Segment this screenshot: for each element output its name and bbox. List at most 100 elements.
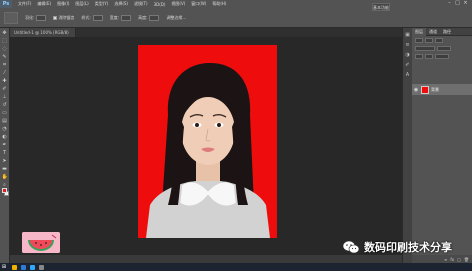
eyedropper-tool-icon[interactable]: ⁄ [2,70,8,76]
document-tab[interactable]: Untitled-1 @ 100% (RGB/8) [10,28,76,37]
move-tool-icon[interactable]: ✥ [2,30,8,36]
height-field[interactable] [149,14,160,21]
style-select[interactable] [92,14,103,21]
filter-adjust-icon[interactable] [435,37,443,43]
tools-panel: ✥ ⬚ ◌ ✎ ⌗ ⁄ ✚ ✐ ⊥ ↺ ▭ ▤ ◔ ◐ ✒ T ➤ ▬ ✋ ⌕ [0,28,10,271]
tab-channels[interactable]: 通道 [426,29,440,35]
lock-position-icon[interactable] [425,53,433,59]
menu-layer[interactable]: 图层(L) [75,1,88,7]
tool-preset-picker[interactable] [4,11,18,24]
close-icon[interactable]: × [463,1,468,6]
app-taskbar-icon[interactable] [39,264,44,270]
width-field[interactable] [121,14,132,21]
menu-type[interactable]: 类型(Y) [95,1,109,7]
layer-name: 背景 [431,86,439,92]
new-layer-icon[interactable]: ▢ [457,257,461,262]
stamp-tool-icon[interactable]: ⊥ [2,94,8,100]
minimize-icon[interactable]: – [447,1,452,6]
blend-mode-select[interactable] [415,45,435,51]
layer-filter-select[interactable] [415,37,423,43]
tab-paths[interactable]: 路径 [440,29,454,35]
opacity-field[interactable] [437,45,451,51]
adjustments-panel-icon[interactable]: ◑ [405,52,411,58]
shape-tool-icon[interactable]: ▬ [2,166,8,172]
eraser-tool-icon[interactable]: ▭ [2,110,8,116]
menu-view[interactable]: 视图(V) [171,1,185,7]
watermelon-icon [22,232,60,253]
start-button-icon[interactable]: ⊞ [0,263,8,271]
maximize-icon[interactable]: □ [455,1,460,6]
dodge-tool-icon[interactable]: ◐ [2,134,8,140]
visibility-eye-icon[interactable]: ◉ [413,87,419,93]
gradient-tool-icon[interactable]: ▤ [2,118,8,124]
style-label: 样式: [81,14,91,20]
healing-tool-icon[interactable]: ✚ [2,78,8,84]
foreground-color-swatch[interactable] [2,188,7,193]
explorer-taskbar-icon[interactable] [12,264,17,270]
path-select-tool-icon[interactable]: ➤ [2,158,8,164]
wechat-watermark: 数码印刷技术分享 [342,239,452,255]
layer-filter-row [412,36,472,44]
lock-pixels-icon[interactable] [415,53,423,59]
crop-tool-icon[interactable]: ⌗ [2,62,8,68]
style-option[interactable]: 样式: [81,14,103,21]
watermelon-sticker [22,232,60,253]
menu-window[interactable]: 窗口(W) [191,1,206,7]
history-panel-icon[interactable]: ▣ [405,32,411,38]
layers-panel: 图层 通道 路径 ◉ 背景 ∞ fx ▢ 🗑 [412,27,472,263]
properties-panel-icon[interactable]: ≡ [405,42,411,48]
canvas-area[interactable] [10,37,402,255]
menu-help[interactable]: 帮助(H) [212,1,226,7]
link-layers-icon[interactable]: ∞ [444,257,447,262]
brush-panel-icon[interactable]: ✐ [405,62,411,68]
type-tool-icon[interactable]: T [2,150,8,156]
tab-layers[interactable]: 图层 [412,27,426,36]
status-bar: 100% [10,255,402,271]
menu-select[interactable]: 选择(S) [114,1,128,7]
collapsed-panels-column: ▣ ≡ ◑ ✐ A [402,28,412,263]
height-option[interactable]: 高度: [138,14,160,21]
panel-tabs: 图层 通道 路径 [412,27,472,36]
hand-tool-icon[interactable]: ✋ [2,174,8,180]
feather-option[interactable]: 羽化: [25,14,47,21]
app-logo: Ps [0,0,12,8]
delete-layer-icon[interactable]: 🗑 [464,257,469,262]
wechat-icon [342,240,360,254]
antialias-option[interactable]: 消除锯齿 [53,15,74,21]
add-style-icon[interactable]: fx [450,257,454,262]
menu-file[interactable]: 文件(F) [18,1,31,7]
height-label: 高度: [138,14,148,20]
photoshop-taskbar-icon[interactable] [30,264,35,270]
refine-edge-button[interactable]: 调整边缘... [166,15,186,21]
blend-mode-row [412,44,472,52]
menu-3d[interactable]: 3D(D) [154,2,166,7]
width-label: 宽度: [109,14,120,20]
browser-taskbar-icon[interactable] [21,264,26,270]
menu-edit[interactable]: 编辑(E) [37,1,51,7]
marquee-tool-icon[interactable]: ⬚ [2,38,8,44]
width-option[interactable]: 宽度: [109,14,132,21]
blur-tool-icon[interactable]: ◔ [2,126,8,132]
layer-row-background[interactable]: ◉ 背景 [412,84,472,95]
id-photo [138,45,277,238]
pen-tool-icon[interactable]: ✒ [2,142,8,148]
menu-bar: Ps 文件(F) 编辑(E) 图像(I) 图层(L) 类型(Y) 选择(S) 滤… [0,0,472,8]
filter-pixel-icon[interactable] [425,37,433,43]
character-panel-icon[interactable]: A [405,72,411,78]
quick-select-tool-icon[interactable]: ✎ [2,54,8,60]
options-bar: 羽化: 消除锯齿 样式: 宽度: 高度: 调整边缘... [0,8,472,28]
menu-image[interactable]: 图像(I) [57,1,69,7]
menu-filter[interactable]: 滤镜(T) [134,1,148,7]
layer-thumbnail [421,85,429,94]
lasso-tool-icon[interactable]: ◌ [2,46,8,52]
lock-row [412,52,472,60]
antialias-checkbox[interactable] [53,15,58,20]
workspace-switcher[interactable]: 基本功能 [372,3,390,11]
brush-tool-icon[interactable]: ✐ [2,86,8,92]
fill-field[interactable] [435,53,449,59]
history-brush-tool-icon[interactable]: ↺ [2,102,8,108]
portrait-image [138,45,277,238]
feather-field[interactable] [36,14,47,21]
photoshop-window: Ps 文件(F) 编辑(E) 图像(I) 图层(L) 类型(Y) 选择(S) 滤… [0,0,472,271]
watermark-text: 数码印刷技术分享 [364,241,452,254]
